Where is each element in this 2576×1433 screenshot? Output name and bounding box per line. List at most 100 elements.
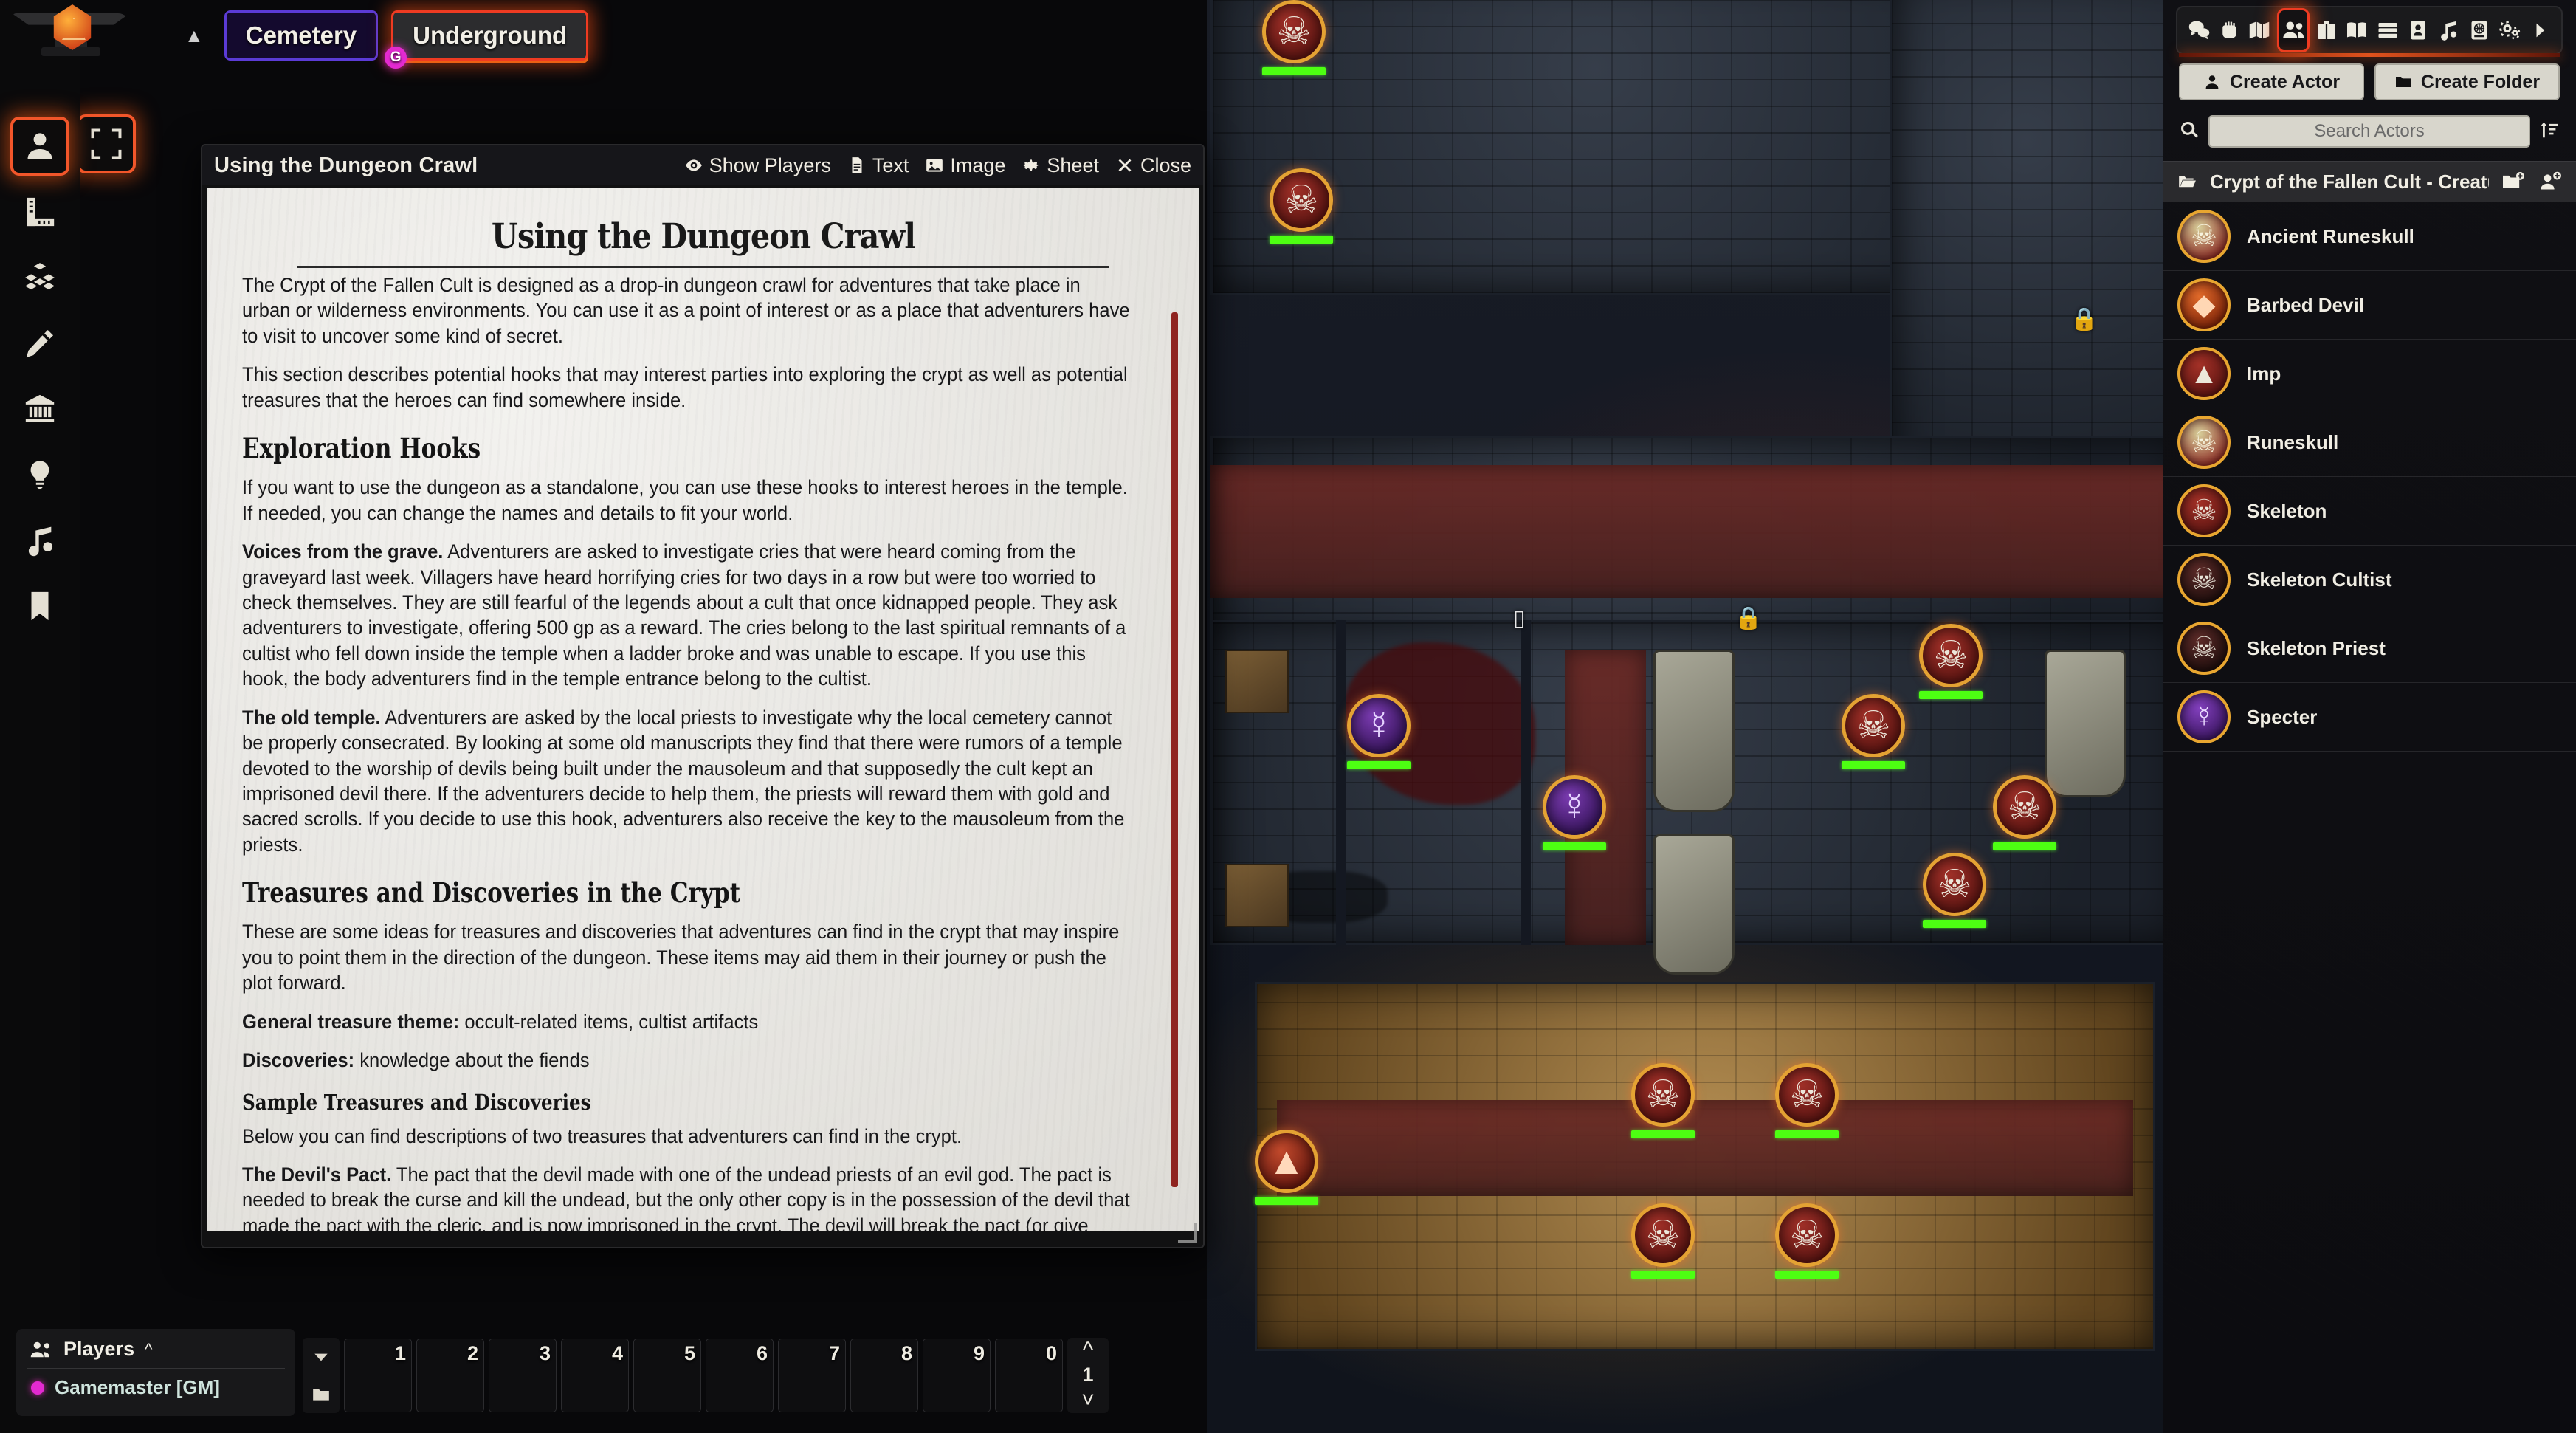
scene-tab-label: Cemetery <box>245 21 357 49</box>
hotbar-slot-8[interactable]: 8 <box>850 1339 918 1412</box>
actor-avatar-skull-rune-icon: ☠ <box>2177 210 2231 263</box>
map-token[interactable]: ☿ <box>1543 775 1616 850</box>
hotbar-slot-3[interactable]: 3 <box>489 1339 557 1412</box>
tool-token-controls[interactable] <box>10 117 69 176</box>
map-sarcophagus <box>1653 834 1735 975</box>
hotbar-slot-9[interactable]: 9 <box>923 1339 991 1412</box>
user-plus-icon[interactable] <box>2538 171 2563 192</box>
create-actor-button[interactable]: Create Actor <box>2179 63 2364 100</box>
map-door-icon[interactable]: ▯ <box>1513 605 1526 631</box>
folder-icon[interactable] <box>311 1385 331 1404</box>
text-mode-button[interactable]: Text <box>847 154 909 177</box>
sidebar-tab-items[interactable] <box>2313 11 2340 49</box>
actor-list-item[interactable]: ◆ Barbed Devil <box>2163 271 2576 340</box>
map-token[interactable]: ☠ <box>1775 1063 1849 1138</box>
caret-up-icon[interactable]: ^ <box>145 1340 152 1359</box>
close-window-button[interactable]: Close <box>1115 154 1191 177</box>
sheet-config-button[interactable]: Sheet <box>1022 154 1099 177</box>
sidebar-tab-settings[interactable] <box>2496 11 2523 49</box>
sidebar-tab-actors[interactable] <box>2276 8 2310 52</box>
map-token[interactable]: ☠ <box>1842 694 1915 769</box>
map-icon <box>2250 21 2270 39</box>
map-token[interactable]: ☿ <box>1347 694 1421 769</box>
sidebar-tab-tables[interactable] <box>2374 11 2401 49</box>
actor-list-item[interactable]: ☠ Skeleton <box>2163 477 2576 546</box>
hotbar-slot-7[interactable]: 7 <box>778 1339 846 1412</box>
actor-list-item[interactable]: ▲ Imp <box>2163 340 2576 408</box>
tool-measurement-controls[interactable] <box>10 182 69 241</box>
sidebar-tab-scenes[interactable] <box>2246 11 2273 49</box>
journal-paragraph: This section describes potential hooks t… <box>242 363 1128 411</box>
map-token[interactable]: ▲ <box>1255 1130 1329 1205</box>
actor-name: Barbed Devil <box>2247 293 2364 316</box>
scene-tab-underground[interactable]: Underground G <box>385 10 589 69</box>
caret-down-icon[interactable] <box>311 1347 331 1367</box>
sidebar-tab-chat[interactable] <box>2186 11 2212 49</box>
image-mode-button[interactable]: Image <box>925 154 1005 177</box>
user-icon <box>2205 75 2219 89</box>
actor-folder-header[interactable]: Crypt of the Fallen Cult - Creatu <box>2163 161 2576 202</box>
sidebar-tab-compendium[interactable] <box>2466 11 2493 49</box>
tool-notes-controls[interactable] <box>10 577 69 636</box>
sidebar-tab-playlists[interactable] <box>2435 11 2462 49</box>
map-token[interactable]: ☠ <box>1631 1203 1705 1279</box>
map-token[interactable]: ☠ <box>1775 1203 1849 1279</box>
tool-sound-controls[interactable] <box>10 511 69 570</box>
show-players-button[interactable]: Show Players <box>684 154 831 177</box>
journal-window-header[interactable]: Using the Dungeon Crawl Show Players Tex… <box>202 145 1203 185</box>
journal-scrollbar[interactable] <box>1171 312 1178 1187</box>
journal-paragraph: The old temple. Adventurers are asked by… <box>242 706 1125 856</box>
players-header[interactable]: Players ^ <box>27 1335 285 1369</box>
hotbar-slot-6[interactable]: 6 <box>706 1339 774 1412</box>
actor-list-item[interactable]: ☠ Skeleton Priest <box>2163 614 2576 683</box>
map-lock-icon[interactable]: 🔒 <box>1735 605 1762 631</box>
chevron-up-icon[interactable]: ▲ <box>177 21 211 50</box>
fullscreen-toggle-button[interactable] <box>77 114 136 173</box>
foundry-logo[interactable] <box>12 3 130 59</box>
hotbar-slot-number: 9 <box>973 1342 985 1364</box>
sidebar-tab-collapse[interactable] <box>2527 11 2553 49</box>
hotbar-slot-4[interactable]: 4 <box>561 1339 629 1412</box>
eye-icon <box>685 159 702 171</box>
map-token[interactable]: ☠ <box>1262 0 1336 75</box>
sort-amount-up-icon[interactable] <box>2539 120 2560 144</box>
caret-up-icon[interactable]: ^ <box>1083 1339 1093 1361</box>
window-resize-handle[interactable] <box>1178 1223 1197 1243</box>
create-folder-button[interactable]: Create Folder <box>2374 63 2560 100</box>
hotbar-slot-1[interactable]: 1 <box>344 1339 412 1412</box>
actor-list-item[interactable]: ☠ Skeleton Cultist <box>2163 546 2576 614</box>
token-portrait-skull-icon: ☠ <box>1842 694 1905 757</box>
map-token[interactable]: ☠ <box>1631 1063 1705 1138</box>
map-token[interactable]: ☠ <box>1270 168 1343 244</box>
journal-page-body[interactable]: Using the Dungeon Crawl The Crypt of the… <box>207 188 1199 1231</box>
search-input[interactable] <box>2208 115 2530 148</box>
users-icon <box>30 1341 50 1357</box>
hotbar-slot-5[interactable]: 5 <box>633 1339 701 1412</box>
actor-name: Runeskull <box>2247 430 2339 453</box>
gears-icon <box>2499 21 2521 40</box>
hotbar-slot-0[interactable]: 0 <box>995 1339 1063 1412</box>
folder-plus-icon[interactable] <box>2501 171 2526 192</box>
players-panel[interactable]: Players ^ Gamemaster [GM] <box>16 1329 295 1416</box>
ruler-combined-icon <box>27 197 55 227</box>
map-token[interactable]: ☠ <box>1919 624 1993 699</box>
sidebar-tab-cards[interactable] <box>2405 11 2431 49</box>
tool-tile-controls[interactable] <box>10 248 69 307</box>
map-lock-icon[interactable]: 🔒 <box>2070 306 2098 332</box>
sidebar-tab-combat[interactable] <box>2216 11 2242 49</box>
map-token[interactable]: ☠ <box>1923 853 1997 928</box>
tool-drawing-controls[interactable] <box>10 314 69 373</box>
scene-tab-cemetery[interactable]: Cemetery <box>224 10 379 61</box>
tool-lighting-controls[interactable] <box>10 445 69 504</box>
map-token[interactable]: ☠ <box>1993 775 2067 850</box>
actor-list-item[interactable]: ☠ Runeskull <box>2163 408 2576 477</box>
player-list-item[interactable]: Gamemaster [GM] <box>27 1369 285 1399</box>
hotbar-slot-2[interactable]: 2 <box>416 1339 484 1412</box>
token-portrait-skull-icon: ☠ <box>1631 1203 1695 1267</box>
caret-down-icon[interactable]: ˅ <box>1081 1389 1095 1412</box>
tool-wall-controls[interactable] <box>10 379 69 439</box>
actor-list-item[interactable]: ☠ Ancient Runeskull <box>2163 202 2576 271</box>
actor-list-item[interactable]: ☿ Specter <box>2163 683 2576 752</box>
journal-entry-window[interactable]: Using the Dungeon Crawl Show Players Tex… <box>201 144 1205 1248</box>
sidebar-tab-journal[interactable] <box>2343 11 2370 49</box>
